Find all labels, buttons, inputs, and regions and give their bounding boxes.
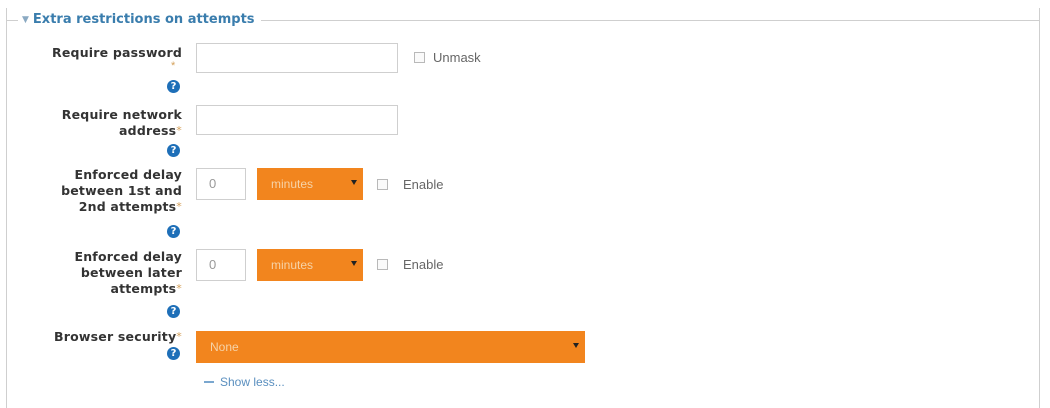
help-icon[interactable]: ?: [167, 144, 180, 157]
delay2-enable-label: Enable: [403, 257, 444, 272]
delay1-unit-value: minutes: [271, 177, 314, 191]
require-network-label-line1: Require network: [61, 107, 182, 122]
help-icon[interactable]: ?: [167, 347, 180, 360]
require-password-label-text: Require password: [52, 45, 182, 60]
unmask-checkbox[interactable]: [414, 52, 425, 63]
delay2-label-line1: Enforced delay: [74, 249, 182, 264]
delay2-label: Enforced delay between later attempts*: [74, 249, 182, 297]
delay2-enable-checkbox[interactable]: [377, 259, 388, 270]
triangle-down-icon[interactable]: ▼: [22, 15, 29, 25]
browser-security-select[interactable]: None: [196, 331, 585, 363]
delay1-number-input[interactable]: 0: [196, 168, 246, 200]
section-legend[interactable]: ▼ Extra restrictions on attempts: [18, 12, 261, 27]
require-network-label-line2: address*: [62, 123, 182, 139]
minus-icon: [204, 381, 214, 383]
require-password-label: Require password: [52, 45, 182, 61]
delay2-number-input[interactable]: 0: [196, 249, 246, 281]
delay1-label: Enforced delay between 1st and 2nd attem…: [61, 167, 182, 215]
delay1-label-line3: 2nd attempts*: [61, 199, 182, 215]
delay2-unit-select[interactable]: minutes: [257, 249, 363, 281]
require-network-input[interactable]: [196, 105, 398, 135]
help-icon[interactable]: ?: [167, 225, 180, 238]
required-marker: *: [176, 124, 182, 137]
show-less-label: Show less...: [220, 375, 285, 389]
delay2-label-line2: between later: [80, 265, 182, 280]
caret-down-icon: [351, 180, 357, 185]
help-icon[interactable]: ?: [167, 80, 180, 93]
delay2-label-line3: attempts*: [74, 281, 182, 297]
section-legend-label: Extra restrictions on attempts: [32, 12, 255, 27]
delay1-enable-checkbox[interactable]: [377, 179, 388, 190]
delay1-label-line3-text: 2nd attempts: [78, 199, 177, 214]
caret-down-icon: [573, 343, 579, 348]
required-marker: *: [176, 200, 182, 213]
require-password-input[interactable]: [196, 43, 398, 73]
show-less-link[interactable]: Show less...: [204, 375, 285, 389]
browser-security-label: Browser security*: [54, 329, 182, 345]
required-marker: *: [171, 60, 176, 72]
delay2-label-line3-text: attempts: [110, 281, 177, 296]
help-icon[interactable]: ?: [167, 305, 180, 318]
require-network-label: Require network address*: [62, 107, 182, 139]
browser-security-label-text: Browser security: [54, 329, 177, 344]
caret-down-icon: [351, 261, 357, 266]
delay1-unit-select[interactable]: minutes: [257, 168, 363, 200]
required-marker: *: [176, 282, 182, 295]
require-network-label-line2-text: address: [119, 123, 177, 138]
required-marker: *: [176, 330, 182, 343]
browser-security-value: None: [210, 340, 239, 354]
delay2-unit-value: minutes: [271, 258, 314, 272]
delay1-label-line2: between 1st and: [61, 183, 182, 198]
unmask-label: Unmask: [433, 50, 481, 65]
delay1-enable-label: Enable: [403, 177, 444, 192]
delay1-label-line1: Enforced delay: [74, 167, 182, 182]
